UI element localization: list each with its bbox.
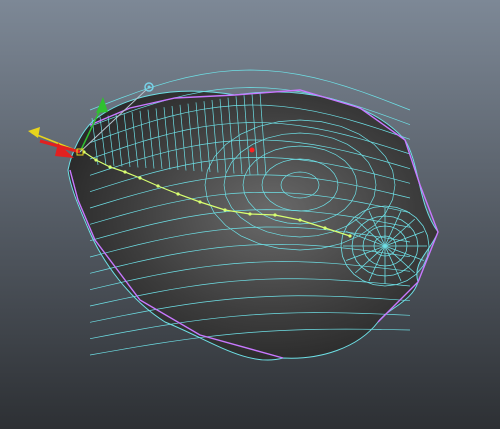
viewport-3d[interactable] [0,0,500,429]
viewport-canvas[interactable] [0,0,500,429]
selected-vertex[interactable] [249,147,255,153]
rotate-handle-dot [147,85,151,89]
